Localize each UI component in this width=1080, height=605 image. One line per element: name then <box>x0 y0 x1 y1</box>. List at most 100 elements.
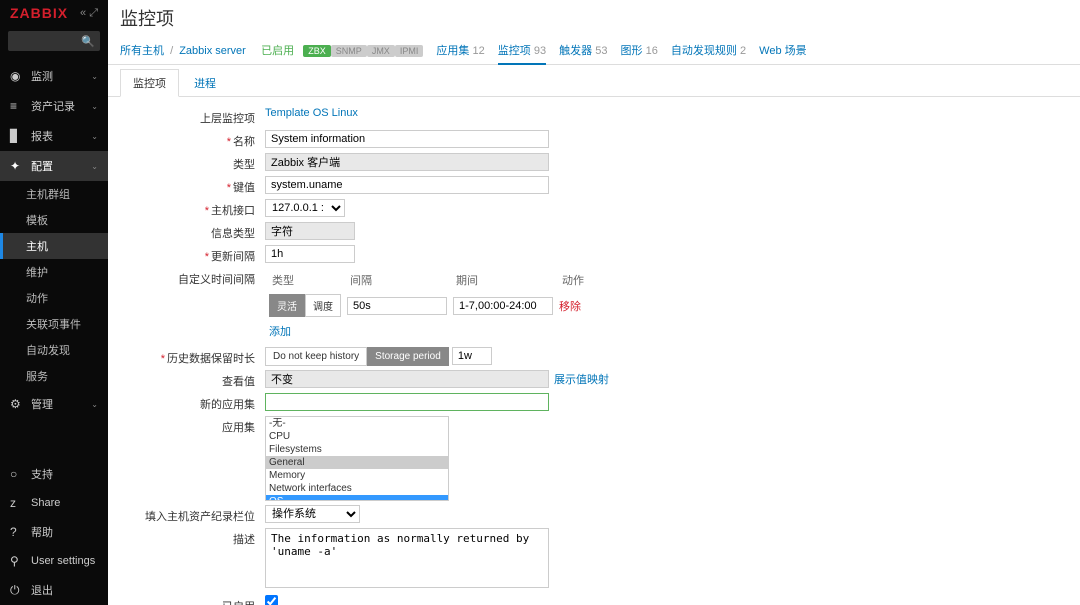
newapp-input[interactable] <box>265 393 549 411</box>
nav-label: 管理 <box>31 396 91 412</box>
desc-textarea[interactable]: The information as normally returned by … <box>265 528 549 588</box>
label-history: *历史数据保留时长 <box>120 347 265 366</box>
link-items[interactable]: 监控项 93 <box>498 45 546 65</box>
history-storage-button[interactable]: Storage period <box>367 347 449 366</box>
label-hostinv: 填入主机资产纪录栏位 <box>120 505 265 524</box>
badge-ipmi: IPMI <box>395 45 424 57</box>
th-action: 动作 <box>557 270 589 290</box>
search-input[interactable]: 🔍 <box>8 31 100 51</box>
interval-schedule-button[interactable]: 调度 <box>305 294 341 317</box>
link-discovery[interactable]: 自动发现规则 2 <box>671 45 746 57</box>
chevron-down-icon: ⌄ <box>91 400 98 409</box>
app-option[interactable]: Filesystems <box>266 443 448 456</box>
user-icon: ⚲ <box>10 554 26 568</box>
nav-reports[interactable]: ▊ 报表 ⌄ <box>0 121 108 151</box>
nav-label: 资产记录 <box>31 98 91 114</box>
badge-jmx: JMX <box>367 45 395 57</box>
link-triggers[interactable]: 触发器 53 <box>559 45 607 57</box>
nav-configuration[interactable]: ✦ 配置 ⌄ <box>0 151 108 181</box>
type-input <box>265 153 549 171</box>
history-donotkeep-button[interactable]: Do not keep history <box>265 347 367 366</box>
nav-label: 帮助 <box>31 524 98 540</box>
history-input[interactable] <box>452 347 492 365</box>
name-input[interactable] <box>265 130 549 148</box>
eye-icon: ◉ <box>10 69 26 83</box>
link-applications[interactable]: 应用集 12 <box>436 45 484 57</box>
logo: ZABBIX <box>10 5 68 21</box>
link-graphs[interactable]: 图形 16 <box>621 45 658 57</box>
label-enabled: 已启用 <box>120 595 265 605</box>
search-icon: 🔍 <box>81 35 95 48</box>
period-input[interactable] <box>453 297 553 315</box>
share-icon: z <box>10 496 26 510</box>
chevron-down-icon: ⌄ <box>91 132 98 141</box>
view-input <box>265 370 549 388</box>
label-apps: 应用集 <box>120 416 265 435</box>
sub-correlation[interactable]: 关联项事件 <box>0 311 108 337</box>
badge-zbx: ZBX <box>303 45 331 57</box>
app-option[interactable]: OS <box>266 495 448 501</box>
th-interval: 间隔 <box>345 270 449 290</box>
nav-label: 监测 <box>31 68 91 84</box>
app-option[interactable]: General <box>266 456 448 469</box>
parent-template-link[interactable]: Template OS Linux <box>265 107 358 119</box>
link-web[interactable]: Web 场景 <box>759 45 806 57</box>
breadcrumb-host[interactable]: Zabbix server <box>179 45 246 57</box>
tab-item[interactable]: 监控项 <box>120 69 179 97</box>
label-info: 信息类型 <box>120 222 265 241</box>
sub-actions[interactable]: 动作 <box>0 285 108 311</box>
label-parent: 上层监控项 <box>120 107 265 126</box>
chevron-down-icon: ⌄ <box>91 102 98 111</box>
page-title: 监控项 <box>108 0 1080 36</box>
remove-link[interactable]: 移除 <box>559 301 581 313</box>
sub-templates[interactable]: 模板 <box>0 207 108 233</box>
key-input[interactable] <box>265 176 549 194</box>
update-input[interactable] <box>265 245 355 263</box>
collapse-icon[interactable]: « ⤢ <box>80 7 98 20</box>
hostinv-select[interactable]: 操作系统 <box>265 505 360 523</box>
nav-label: 报表 <box>31 128 91 144</box>
app-option[interactable]: CPU <box>266 430 448 443</box>
tab-preprocessing[interactable]: 进程 <box>182 70 228 96</box>
nav-share[interactable]: z Share <box>0 489 108 517</box>
app-option[interactable]: Network interfaces <box>266 482 448 495</box>
breadcrumb-root[interactable]: 所有主机 <box>120 45 164 57</box>
th-type: 类型 <box>267 270 343 290</box>
sub-hosts[interactable]: 主机 <box>0 233 108 259</box>
add-link[interactable]: 添加 <box>269 326 291 338</box>
nav-logout[interactable]: ⏻退出 <box>0 575 108 605</box>
interval-input[interactable] <box>347 297 447 315</box>
nav-label: Share <box>31 497 98 509</box>
nav-monitoring[interactable]: ◉ 监测 ⌄ <box>0 61 108 91</box>
hostif-select[interactable]: 127.0.0.1 : 10050 <box>265 199 345 217</box>
question-icon: ? <box>10 525 26 539</box>
badge-snmp: SNMP <box>331 45 367 57</box>
nav-label: User settings <box>31 555 98 567</box>
nav-inventory[interactable]: ≡ 资产记录 ⌄ <box>0 91 108 121</box>
sub-discovery[interactable]: 自动发现 <box>0 337 108 363</box>
valuemap-link[interactable]: 展示值映射 <box>554 371 609 387</box>
headset-icon: ○ <box>10 467 26 481</box>
label-type: 类型 <box>120 153 265 172</box>
interval-flexible-button[interactable]: 灵活 <box>269 294 305 317</box>
enabled-checkbox[interactable] <box>265 595 278 605</box>
label-newapp: 新的应用集 <box>120 393 265 412</box>
sub-hostgroups[interactable]: 主机群组 <box>0 181 108 207</box>
label-hostif: *主机接口 <box>120 199 265 218</box>
app-option[interactable]: -无- <box>266 417 448 430</box>
app-option[interactable]: Memory <box>266 469 448 482</box>
gear-icon: ⚙ <box>10 397 26 411</box>
nav-admin[interactable]: ⚙ 管理 ⌄ <box>0 389 108 419</box>
wrench-icon: ✦ <box>10 159 26 173</box>
nav-user-settings[interactable]: ⚲ User settings <box>0 547 108 575</box>
sub-services[interactable]: 服务 <box>0 363 108 389</box>
nav-help[interactable]: ? 帮助 <box>0 517 108 547</box>
apps-multiselect[interactable]: -无- CPU Filesystems General Memory Netwo… <box>265 416 449 501</box>
label-custom-interval: 自定义时间间隔 <box>120 268 265 287</box>
label-desc: 描述 <box>120 528 265 547</box>
info-input <box>265 222 355 240</box>
chevron-down-icon: ⌄ <box>91 72 98 81</box>
nav-support[interactable]: ○ 支持 <box>0 459 108 489</box>
sub-maintenance[interactable]: 维护 <box>0 259 108 285</box>
nav-label: 支持 <box>31 466 98 482</box>
